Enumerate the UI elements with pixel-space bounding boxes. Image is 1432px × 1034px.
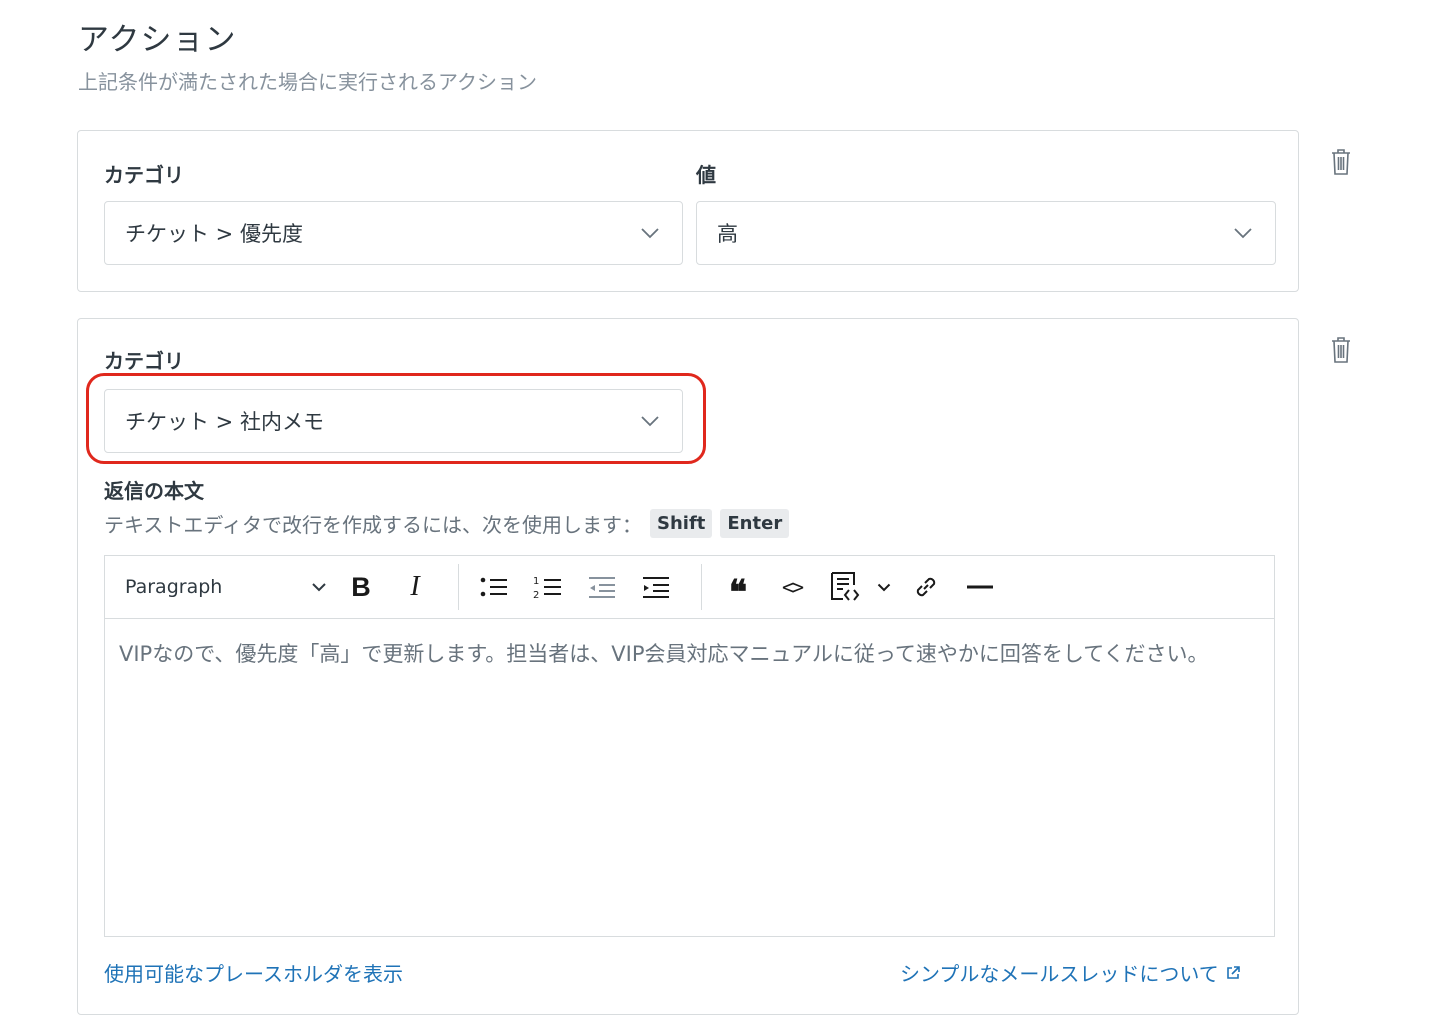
bulleted-list-icon[interactable] — [475, 568, 513, 606]
trash-icon[interactable] — [1330, 148, 1352, 176]
quote-icon[interactable]: ❝ — [719, 568, 757, 613]
svg-text:1: 1 — [533, 576, 539, 587]
highlight-box — [86, 373, 706, 464]
category-select[interactable]: チケット > 優先度 — [104, 201, 683, 265]
paragraph-style-select[interactable]: Paragraph — [113, 568, 327, 606]
hint-text: テキストエディタで改行を作成するには、次を使用します： — [104, 513, 642, 537]
paragraph-style-value: Paragraph — [125, 576, 223, 598]
code-icon[interactable]: <> — [773, 568, 811, 606]
indent-icon[interactable] — [637, 568, 675, 606]
editor-content[interactable]: VIPなので、優先度「高」で更新します。担当者は、VIP会員対応マニュアルに従っ… — [119, 638, 1249, 670]
rich-text-editor: Paragraph B I 12 ❝ <> VIPなので、優先度「高」で更新しま… — [104, 555, 1275, 937]
editor-toolbar: Paragraph B I 12 ❝ <> — [105, 556, 1274, 619]
trash-icon[interactable] — [1330, 336, 1352, 364]
value-select[interactable]: 高 — [696, 201, 1276, 265]
chevron-down-icon — [641, 228, 659, 239]
toolbar-separator — [458, 564, 459, 610]
line-break-hint: テキストエディタで改行を作成するには、次を使用します： Shift Enter — [104, 509, 790, 538]
numbered-list-icon[interactable]: 12 — [529, 568, 567, 606]
value-select-value: 高 — [717, 222, 738, 246]
placeholders-link[interactable]: 使用可能なプレースホルダを表示 — [104, 958, 403, 987]
bold-icon[interactable]: B — [342, 568, 380, 606]
chevron-down-icon — [1234, 228, 1252, 239]
category-select-value: チケット > 優先度 — [125, 222, 303, 246]
reply-body-label: 返信の本文 — [104, 479, 204, 503]
section-subtitle: 上記条件が満たされた場合に実行されるアクション — [78, 70, 537, 94]
shift-key: Shift — [650, 509, 713, 538]
email-thread-link[interactable]: シンプルなメールスレッドについて — [900, 958, 1241, 987]
action-card-1: カテゴリ 値 チケット > 優先度 高 — [77, 130, 1299, 292]
category-label: カテゴリ — [104, 163, 184, 187]
category-label: カテゴリ — [104, 349, 184, 373]
chevron-down-icon[interactable] — [877, 583, 891, 592]
svg-text:2: 2 — [533, 590, 539, 600]
italic-icon[interactable]: I — [396, 568, 434, 606]
code-block-icon[interactable] — [825, 568, 863, 606]
toolbar-separator — [701, 564, 702, 610]
horizontal-rule-icon[interactable] — [961, 568, 999, 606]
outdent-icon[interactable] — [583, 568, 621, 606]
chevron-down-icon — [312, 583, 326, 592]
section-title: アクション — [78, 22, 237, 58]
external-link-icon — [1227, 965, 1240, 979]
email-thread-link-text[interactable]: シンプルなメールスレッドについて — [900, 958, 1219, 987]
enter-key: Enter — [720, 509, 790, 538]
value-label: 値 — [696, 163, 716, 187]
link-icon[interactable] — [907, 568, 945, 606]
